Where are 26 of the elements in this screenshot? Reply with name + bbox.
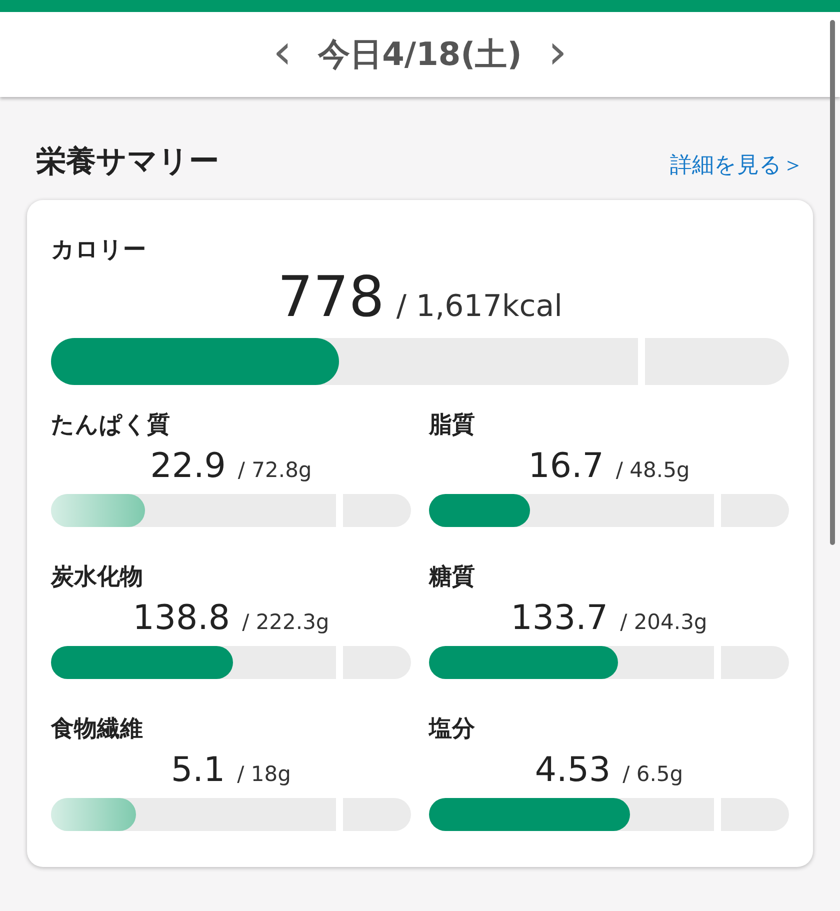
prev-day-button[interactable]: ‹ [268,28,296,76]
nutrient-target: / 204.3g [620,610,708,634]
nutrient-label: たんぱく質 [51,411,171,440]
nutrient-value: 133.7 [510,598,608,638]
next-day-button[interactable]: › [544,28,572,76]
nutrient-target: / 6.5g [622,762,684,786]
nutrient-label: 炭水化物 [51,563,144,592]
calorie-label: カロリー [51,236,147,265]
calorie-target: / 1,617kcal [396,289,562,324]
nutrient-value: 22.9 [150,446,226,486]
nutrient-label: 塩分 [429,715,476,744]
nutrient-target: / 222.3g [242,610,330,634]
nutrient-label: 食物繊維 [51,715,144,744]
nutrient-target: / 18g [237,762,291,786]
nutrient-value: 4.53 [534,750,611,790]
calorie-value: 778 [277,265,384,330]
nutrient-value: 138.8 [132,598,230,638]
date-label: 今日4/18(土) [318,34,522,74]
nutrient-label: 糖質 [429,563,476,592]
nutrient-value: 16.7 [528,446,604,486]
nutrient-target: / 72.8g [238,458,312,482]
nutrient-value: 5.1 [171,750,226,790]
section-title: 栄養サマリー [36,143,219,181]
nutrient-target: / 48.5g [616,458,690,482]
detail-link[interactable]: 詳細を見る＞ [670,150,804,180]
nutrient-label: 脂質 [429,411,476,440]
